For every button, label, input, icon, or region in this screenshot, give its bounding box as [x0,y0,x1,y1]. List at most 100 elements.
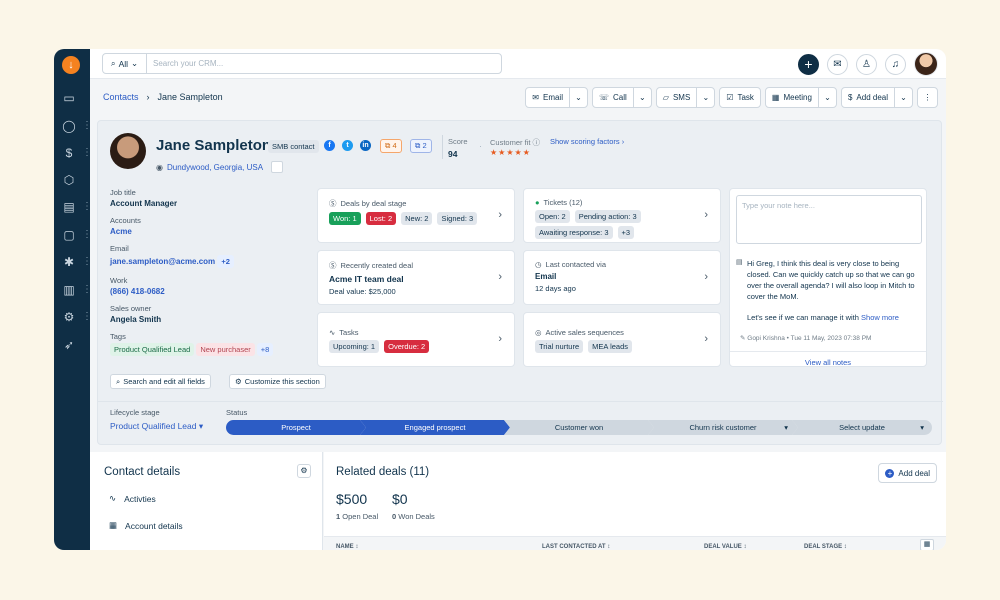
tags-more-chip[interactable]: +8 [256,343,274,356]
show-more-link[interactable]: Show more [861,313,899,322]
gear-icon: ⚙ [235,377,242,386]
column-header[interactable]: DEAL STAGE ↕ [804,544,847,550]
search-edit-fields-button[interactable]: ⌕ Search and edit all fields [110,374,211,389]
recent-deal-tile[interactable]: Ⓢ Recently created deal Acme IT team deal… [317,250,515,305]
meeting-dropdown[interactable]: ⌄ [817,88,836,107]
email-button[interactable]: ✉ Email ⌄ [525,87,588,108]
brand-logo-icon[interactable]: ↓ [62,56,80,74]
dashboard-icon[interactable]: ▭ [62,91,76,105]
accounts-label: Accounts [110,216,141,225]
tickets-tile[interactable]: ● Tickets (12) Open: 2 Pending action: 3 A… [523,188,721,243]
chat-more-icon[interactable]: ⋮ [82,228,92,242]
task-button[interactable]: ☑ Task [719,87,761,108]
facebook-icon[interactable]: f [324,140,335,151]
related-deals-title: Related deals (11) [336,466,430,478]
history-icon: ◷ [535,260,542,269]
open-deal-label: Open Deal [342,512,379,521]
meeting-button[interactable]: ▦ Meeting ⌄ [764,87,837,108]
call-button[interactable]: ☏ Call ⌄ [592,87,652,108]
search-input[interactable]: Search your CRM... [147,59,223,68]
customize-section-button[interactable]: ⚙ Customize this section [229,374,326,389]
email-label: Email [110,244,129,253]
lost-chip: Lost: 2 [365,212,397,225]
call-dropdown[interactable]: ⌄ [632,88,651,107]
sequences-tile[interactable]: ◎ Active sales sequences Trial nurture MEA… [523,312,721,367]
stage-step-dropdown[interactable]: Churn risk customer ▾ [648,420,798,435]
contacts-icon[interactable]: ◯ [62,119,76,133]
related-deals-panel: Related deals (11) + Add deal $500 1 Open… [324,452,946,550]
twitter-icon[interactable]: t [342,140,353,151]
contact-card: Jane Sampleton SMB contact f t in ⧉ 4 ⧉ … [97,120,943,445]
work-label: Work [110,276,128,285]
breadcrumb-contacts-link[interactable]: Contacts [103,92,139,102]
chat-icon[interactable]: ▢ [62,228,76,242]
call-button-label: Call [613,93,627,102]
email-more-chip[interactable]: +2 [217,255,234,268]
orange-count-pill[interactable]: ⧉ 4 [380,139,402,153]
reports-more-icon[interactable]: ⋮ [82,283,92,297]
deals-more-icon[interactable]: ⋮ [82,146,92,160]
open-deal-amount: $500 [336,491,368,507]
add-deal-button-label: Add deal [856,93,888,102]
overdue-chip: Overdue: 2 [384,340,430,353]
gear-icon[interactable]: ⚙ [297,464,311,478]
automation-more-icon[interactable]: ⋮ [82,255,92,269]
sms-dropdown[interactable]: ⌄ [696,88,714,107]
chevron-right-icon: › [498,209,502,221]
column-header[interactable]: LAST CONTACTED AT ↕ [542,544,610,550]
select-update-dropdown[interactable]: Select update ▾ [792,420,932,435]
tag-chip[interactable]: Product Qualified Lead [110,343,195,356]
bell-icon[interactable]: ♫ [885,53,906,75]
more-options-button[interactable]: ⋮ [917,87,938,108]
last-contacted-title: Last contacted via [545,260,607,269]
stage-step[interactable]: Customer won [504,420,654,435]
contacts-more-icon[interactable]: ⋮ [82,119,92,133]
mail-icon[interactable]: ✉ [827,53,848,75]
products-icon[interactable]: ⬡ [62,173,76,187]
info-icon[interactable]: ⓘ [533,138,541,147]
deals-icon[interactable]: $ [62,146,76,160]
settings-icon[interactable]: ⚙ [62,310,76,324]
search-scope-select[interactable]: ⌕ All ⌄ [103,54,147,73]
stage-step[interactable]: Engaged prospect [360,420,510,435]
automation-icon[interactable]: ✱ [62,255,76,269]
copy-icon[interactable] [271,161,284,173]
work-phone-link[interactable]: (866) 418-0682 [110,287,300,296]
orange-count: 4 [392,141,397,150]
left-rail: ↓ ▭ ◯ ⋮ $ ⋮ ⬡ ▤ ⋮ ▢ ⋮ ✱ ⋮ ▥ ⋮ ⚙ ⋮ ➶ [54,49,92,550]
documents-more-icon[interactable]: ⋮ [82,200,92,214]
add-deal-button[interactable]: + Add deal [878,463,937,483]
tag-chip[interactable]: New purchaser [196,343,255,356]
lifecycle-select[interactable]: Product Qualified Lead ▾ [110,421,203,432]
tasks-tile[interactable]: ∿ Tasks Upcoming: 1 Overdue: 2 › [317,312,515,367]
accounts-link[interactable]: Acme [110,227,300,236]
location-text[interactable]: Dundywood, Georgia, USA [167,163,263,172]
blue-count-pill[interactable]: ⧉ 2 [410,139,432,153]
note-text: Hi Greg, I think this deal is very close… [747,258,923,323]
stage-step[interactable]: Prospect [226,420,366,435]
email-link[interactable]: jane.sampleton@acme.com [110,257,215,266]
column-header[interactable]: NAME ↕ [336,544,358,550]
linkedin-icon[interactable]: in [360,140,371,151]
nav-item-account-details[interactable]: ▦ Account details [109,520,183,531]
deals-by-stage-tile[interactable]: Ⓢ Deals by deal stage Won: 1 Lost: 2 New: 2… [317,188,515,243]
table-settings-icon[interactable]: ▦ [920,539,934,550]
user-avatar[interactable] [914,52,938,76]
reports-icon[interactable]: ▥ [62,283,76,297]
email-dropdown[interactable]: ⌄ [569,88,587,107]
note-input[interactable]: Type your note here... [736,195,922,244]
documents-icon[interactable]: ▤ [62,200,76,214]
view-all-notes-link[interactable]: View all notes [730,351,926,367]
note-body: Hi Greg, I think this deal is very close… [747,259,915,301]
last-contacted-tile[interactable]: ◷ Last contacted via Email 12 days ago › [523,250,721,305]
nav-item-activities[interactable]: ∿ Activties [109,493,156,504]
show-scoring-link[interactable]: Show scoring factors › [550,137,624,146]
add-deal-button[interactable]: $ Add deal ⌄ [840,87,913,108]
settings-more-icon[interactable]: ⋮ [82,310,92,324]
add-deal-dropdown[interactable]: ⌄ [894,88,912,107]
create-plus-button[interactable]: + [798,53,819,75]
sms-button[interactable]: ▱ SMS ⌄ [655,87,716,108]
assistant-icon[interactable]: ♙ [856,53,877,75]
column-header[interactable]: DEAL VALUE ↕ [704,544,746,550]
rocket-icon[interactable]: ➶ [62,338,76,352]
